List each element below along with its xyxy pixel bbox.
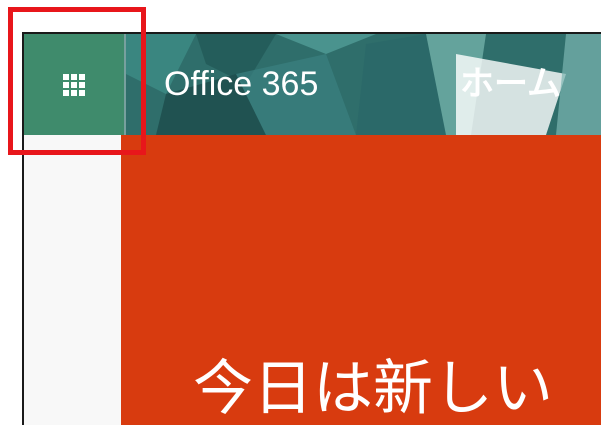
hero-banner: 今日は新しい: [121, 135, 601, 425]
office365-brand-link[interactable]: Office 365: [164, 34, 318, 135]
hero-headline: 今日は新しい: [193, 354, 553, 424]
left-rail: [24, 135, 121, 425]
home-title[interactable]: ホーム: [460, 34, 561, 135]
highlight-box-annotation: [8, 7, 146, 155]
